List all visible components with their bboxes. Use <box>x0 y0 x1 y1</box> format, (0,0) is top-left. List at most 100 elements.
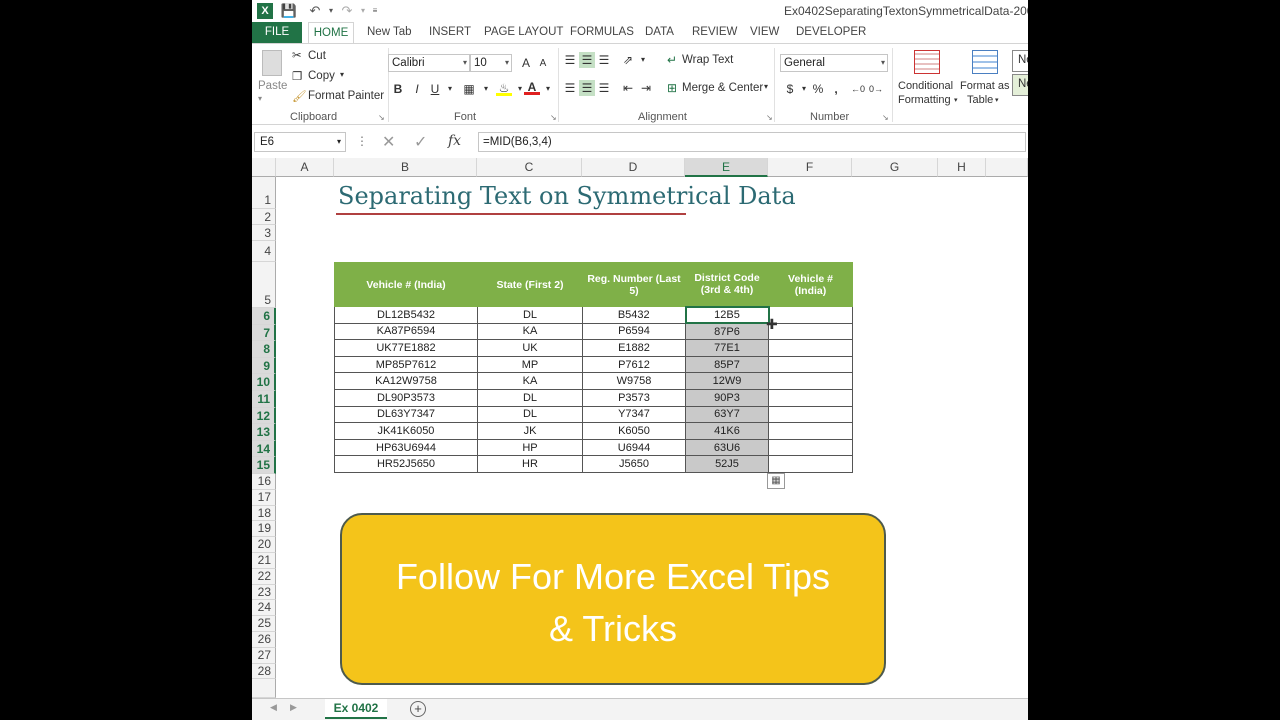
name-box-dropdown-icon[interactable]: ▾ <box>337 133 341 151</box>
number-format-select[interactable]: General ▾ <box>780 54 888 72</box>
name-box[interactable]: E6 ▾ <box>254 132 346 152</box>
align-top-icon[interactable]: ☰ <box>562 52 578 68</box>
selected-cell[interactable]: 90P3 <box>685 388 769 407</box>
tab-file[interactable]: FILE <box>252 22 302 43</box>
tab-developer[interactable]: DEVELOPER <box>796 22 866 43</box>
cell[interactable] <box>768 405 853 424</box>
conditional-formatting-label[interactable]: Formatting <box>898 94 951 106</box>
italic-button[interactable]: I <box>409 81 425 97</box>
cell[interactable]: DL <box>477 306 583 324</box>
selected-cell[interactable]: 77E1 <box>685 339 769 357</box>
paste-button[interactable]: Paste <box>258 80 287 92</box>
copy-dropdown-icon[interactable]: ▾ <box>340 70 344 79</box>
tab-page-layout[interactable]: PAGE LAYOUT <box>484 22 563 43</box>
row-header[interactable]: 21 <box>252 553 276 569</box>
cell[interactable]: DL <box>477 405 583 424</box>
insert-function-button[interactable]: fx <box>448 133 461 149</box>
row-header[interactable]: 1 <box>252 177 276 209</box>
row-header[interactable]: 26 <box>252 632 276 648</box>
cell[interactable]: HR <box>477 455 583 473</box>
selected-cell[interactable]: 41K6 <box>685 422 769 440</box>
merge-center-button[interactable]: Merge & Center <box>682 82 763 94</box>
formula-input[interactable]: =MID(B6,3,4) <box>478 132 1026 152</box>
selected-cell[interactable]: 63Y7 <box>685 405 769 424</box>
active-cell[interactable]: 12B5 <box>684 305 770 325</box>
orientation-icon[interactable]: ⇗ <box>620 52 636 68</box>
cell[interactable]: DL <box>477 388 583 407</box>
paste-icon[interactable] <box>262 50 282 76</box>
tab-data[interactable]: DATA <box>645 22 674 43</box>
cell[interactable]: DL90P3573 <box>334 388 478 407</box>
cell[interactable]: E1882 <box>582 339 686 357</box>
cell[interactable] <box>768 455 853 473</box>
selected-cell[interactable]: 52J5 <box>685 455 769 473</box>
cell[interactable]: P7612 <box>582 355 686 374</box>
cell-style-normal[interactable]: No <box>1012 50 1028 72</box>
selected-cell[interactable]: 87P6 <box>685 322 769 341</box>
align-left-icon[interactable]: ☰ <box>562 80 578 96</box>
row-header[interactable]: 6 <box>252 308 276 325</box>
cell[interactable]: JK41K6050 <box>334 422 478 440</box>
row-header[interactable]: 24 <box>252 600 276 617</box>
cell[interactable]: JK <box>477 422 583 440</box>
column-header-h[interactable]: H <box>938 158 986 177</box>
format-as-table-button[interactable]: Format as <box>960 80 1010 92</box>
cell[interactable]: KA <box>477 372 583 390</box>
row-header[interactable]: 4 <box>252 241 276 262</box>
column-header-d[interactable]: D <box>582 158 685 177</box>
merge-dropdown-icon[interactable]: ▾ <box>764 82 768 91</box>
row-header[interactable]: 13 <box>252 424 276 441</box>
row-header[interactable]: 3 <box>252 225 276 241</box>
align-center-icon[interactable]: ☰ <box>579 80 595 96</box>
row-header[interactable]: 27 <box>252 647 276 664</box>
tab-review[interactable]: REVIEW <box>692 22 737 43</box>
font-name-select[interactable]: Calibri ▾ <box>388 54 470 72</box>
format-as-table-label[interactable]: Table <box>967 94 993 106</box>
cell[interactable]: P6594 <box>582 322 686 341</box>
cell[interactable]: MP85P7612 <box>334 355 478 374</box>
column-header-c[interactable]: C <box>477 158 582 177</box>
header-vehicle[interactable]: Vehicle # (India) <box>334 262 478 307</box>
worksheet-grid[interactable]: A B C D E F G H 1 2 3 4 5 6 7 8 9 10 11 … <box>252 158 1028 698</box>
clipboard-launcher-icon[interactable]: ↘ <box>378 114 386 122</box>
cell[interactable]: HP <box>477 438 583 457</box>
cell[interactable]: P3573 <box>582 388 686 407</box>
row-header[interactable]: 5 <box>252 262 276 308</box>
tab-insert[interactable]: INSERT <box>429 22 471 43</box>
increase-decimal-icon[interactable]: ←0 <box>850 81 866 97</box>
cell[interactable] <box>768 306 853 324</box>
cell[interactable] <box>768 372 853 390</box>
cell[interactable]: Y7347 <box>582 405 686 424</box>
increase-indent-icon[interactable]: ⇥ <box>638 80 654 96</box>
cell[interactable]: HP63U6944 <box>334 438 478 457</box>
row-header[interactable]: 25 <box>252 616 276 632</box>
row-header[interactable]: 23 <box>252 584 276 601</box>
number-launcher-icon[interactable]: ↘ <box>882 114 890 122</box>
row-header[interactable]: 22 <box>252 568 276 585</box>
column-header-b[interactable]: B <box>334 158 477 177</box>
comma-button[interactable]: , <box>828 81 844 97</box>
formula-bar-options-icon[interactable]: ⋮ <box>356 134 368 148</box>
select-all-corner[interactable] <box>252 158 276 177</box>
sheet-tab-ex-0402[interactable]: Ex 0402 <box>325 699 387 719</box>
underline-dropdown-icon[interactable]: ▾ <box>442 81 458 97</box>
font-color-button[interactable]: A <box>524 79 540 95</box>
copy-button[interactable]: Copy <box>308 70 335 82</box>
font-launcher-icon[interactable]: ↘ <box>550 114 558 122</box>
cell[interactable]: KA12W9758 <box>334 372 478 390</box>
column-header-f[interactable]: F <box>768 158 852 177</box>
tab-new-tab[interactable]: New Tab <box>367 22 412 43</box>
cell[interactable]: U6944 <box>582 438 686 457</box>
header-district-code[interactable]: District Code (3rd & 4th) <box>685 262 769 307</box>
cell[interactable]: UK77E1882 <box>334 339 478 357</box>
tab-formulas[interactable]: FORMULAS <box>570 22 634 43</box>
alignment-launcher-icon[interactable]: ↘ <box>766 114 774 122</box>
wrap-text-button[interactable]: Wrap Text <box>682 54 733 66</box>
row-header[interactable] <box>252 679 276 698</box>
cancel-icon[interactable]: ✕ <box>382 132 395 152</box>
cell[interactable]: KA <box>477 322 583 341</box>
enter-icon[interactable]: ✓ <box>414 132 427 152</box>
cell[interactable]: KA87P6594 <box>334 322 478 341</box>
bold-button[interactable]: B <box>390 81 406 97</box>
row-header[interactable]: 20 <box>252 537 276 553</box>
